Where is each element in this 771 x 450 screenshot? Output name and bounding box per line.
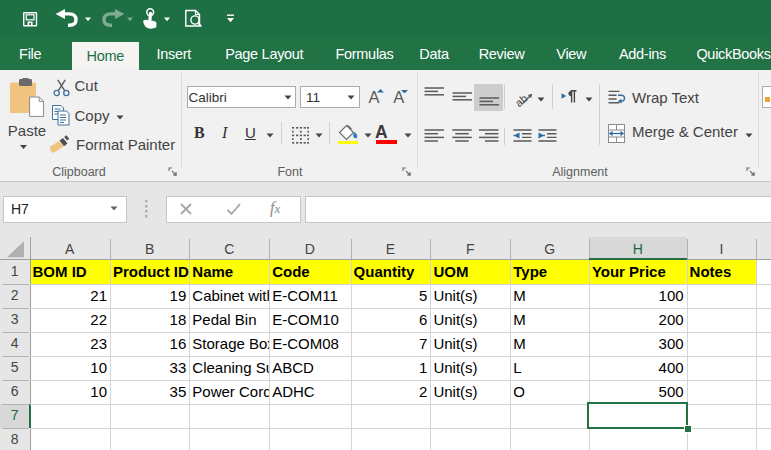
svg-text:ab: ab — [516, 92, 530, 108]
